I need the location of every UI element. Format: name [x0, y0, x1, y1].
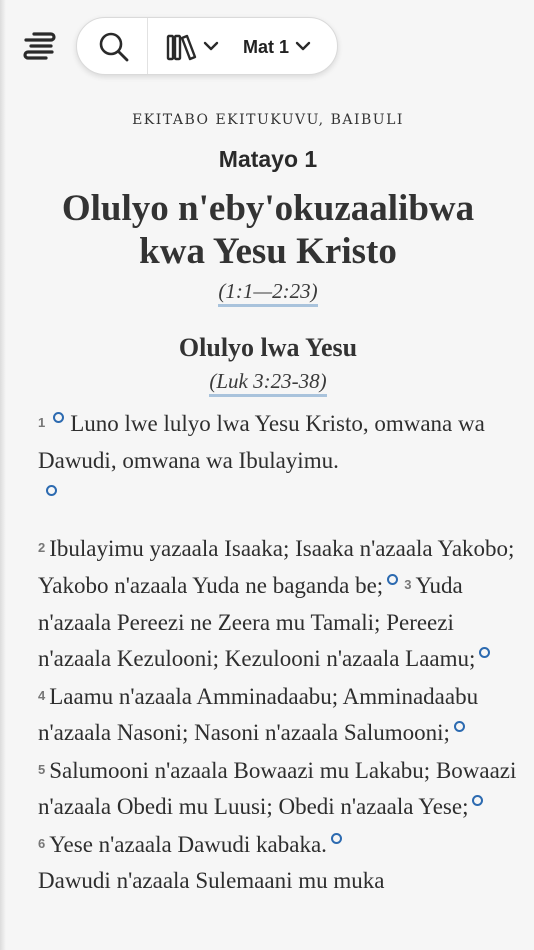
paragraph: 2 Ibulayimu yazaala Isaaka; Isaaka n'azaa… [16, 530, 520, 864]
verse-number[interactable]: 6 [38, 836, 45, 851]
chevron-down-icon [203, 41, 219, 51]
navigation-pill: Mat 1 [76, 17, 338, 75]
scripture-text: 1 Luno lwe lulyo lwa Yesu Kristo, omwana … [16, 405, 520, 900]
cross-reference-link[interactable]: (1:1—2:23) [218, 279, 318, 307]
search-button[interactable] [97, 31, 131, 63]
footnote-marker-icon[interactable] [387, 574, 399, 585]
chapter-label: Mat 1 [243, 36, 290, 57]
versions-button[interactable] [165, 32, 221, 62]
footnote-marker-icon[interactable] [46, 485, 57, 496]
chevron-down-icon [295, 41, 311, 51]
verse-text[interactable]: Dawudi n'azaala Sulemaani mu muka [38, 868, 384, 893]
book-chapter-title: Matayo 1 [218, 146, 318, 172]
reader-content: EKITABO EKITUKUVU, BAIBULI Matayo 1 Olul… [16, 108, 520, 900]
footnote-marker-icon[interactable] [472, 795, 484, 806]
paragraph: 1 Luno lwe lulyo lwa Yesu Kristo, omwana … [16, 405, 520, 516]
main-heading-line: kwa Yesu Kristo [139, 231, 397, 272]
section-heading: Olulyo lwa Yesu [178, 333, 358, 362]
verse-text[interactable]: Luno lwe lulyo lwa Yesu Kristo, omwana w… [38, 411, 485, 473]
footnote-marker-icon[interactable] [53, 412, 65, 423]
cross-reference-link[interactable]: (Luk 3:23-38) [209, 369, 327, 397]
footnote-marker-icon[interactable] [453, 721, 465, 732]
top-bar: Mat 1 [0, 0, 534, 100]
verse-text[interactable]: Salumooni n'azaala Bowaazi mu Lakabu; Bo… [38, 758, 516, 820]
footnote-marker-icon[interactable] [479, 647, 491, 658]
verse-number[interactable]: 2 [38, 540, 45, 555]
version-name: EKITABO EKITUKUVU, BAIBULI [132, 112, 404, 128]
main-heading-reference[interactable]: (1:1—2:23) [16, 279, 520, 307]
verse-number[interactable]: 5 [38, 762, 45, 777]
paragraph: Dawudi n'azaala Sulemaani mu muka [16, 863, 520, 900]
main-heading: Olulyo n'eby'okuzaalibwa kwa Yesu Kristo [16, 187, 520, 273]
menu-button[interactable] [20, 28, 58, 66]
footnote-marker-icon[interactable] [330, 832, 342, 844]
menu-icon [23, 32, 56, 60]
verse-number[interactable]: 3 [404, 577, 411, 592]
versions-icon [166, 34, 197, 61]
verse-text[interactable]: Laamu n'azaala Amminadaabu; Amminadaabu … [38, 684, 478, 746]
main-heading-line: Olulyo n'eby'okuzaalibwa [61, 188, 475, 229]
verse-number[interactable]: 4 [38, 688, 45, 703]
chapter-selector[interactable]: Mat 1 [243, 32, 323, 62]
search-icon [99, 32, 129, 62]
verse-number[interactable]: 1 [38, 415, 45, 430]
section-reference[interactable]: (Luk 3:23-38) [16, 369, 520, 397]
pill-divider [147, 18, 148, 74]
verse-text[interactable]: Yese n'azaala Dawudi kabaka. [49, 832, 327, 857]
left-edge-shadow [0, 0, 6, 950]
